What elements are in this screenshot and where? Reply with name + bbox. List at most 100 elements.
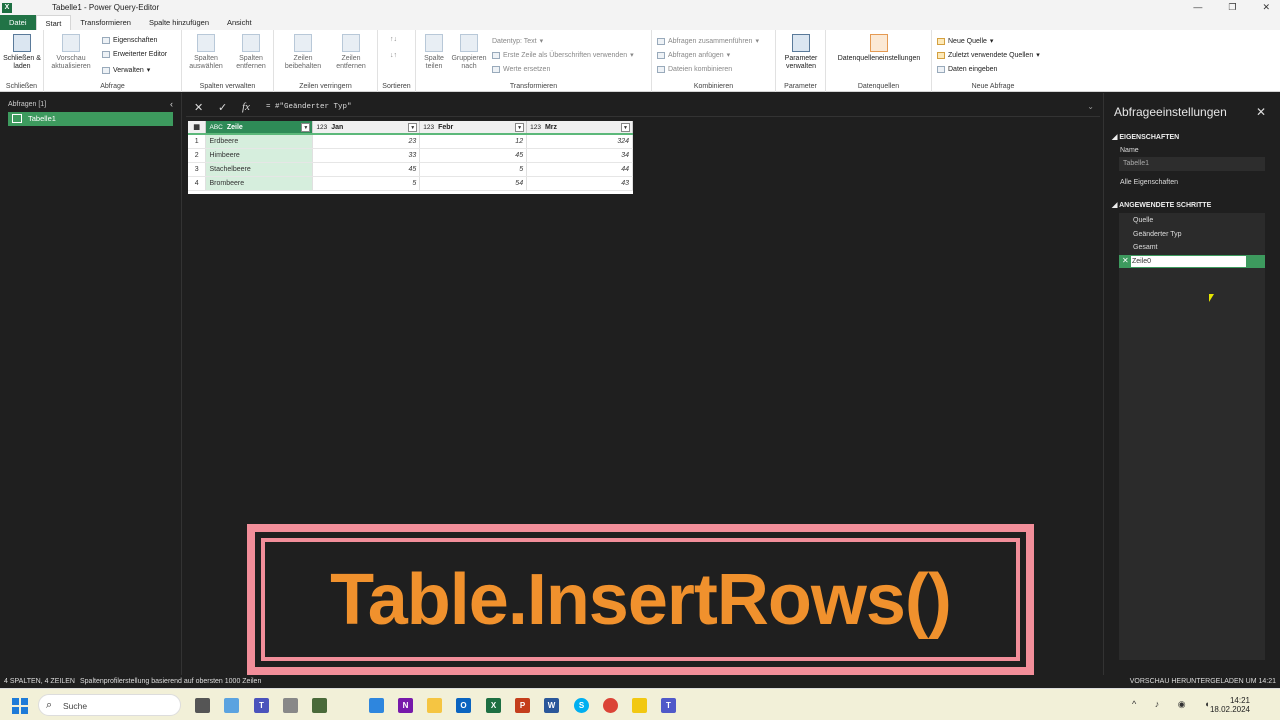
- cell[interactable]: 5: [312, 176, 421, 191]
- table-row[interactable]: 1 Erdbeere 23 12 324: [188, 134, 633, 149]
- cell[interactable]: Brombeere: [205, 176, 314, 191]
- expand-formula-icon[interactable]: ⌄: [1087, 102, 1094, 111]
- cell[interactable]: 43: [526, 176, 633, 191]
- tab-spalte-hinzufuegen[interactable]: Spalte hinzufügen: [140, 15, 218, 30]
- word-icon[interactable]: W: [544, 698, 559, 713]
- type-number-icon[interactable]: 123: [316, 124, 327, 131]
- cell[interactable]: 12: [419, 134, 528, 149]
- tab-datei[interactable]: Datei: [0, 15, 36, 30]
- task-view-icon[interactable]: [195, 698, 210, 713]
- teams-icon[interactable]: T: [661, 698, 676, 713]
- cell[interactable]: Erdbeere: [205, 134, 314, 149]
- cell[interactable]: 324: [526, 134, 633, 149]
- column-header-jan[interactable]: 123 Jan ▼: [312, 121, 421, 135]
- group-by-button[interactable]: Gruppieren nach: [448, 34, 490, 71]
- sort-descending-icon[interactable]: ↓↑: [390, 52, 397, 59]
- teams-chat-icon[interactable]: T: [254, 698, 269, 713]
- step-name-input[interactable]: Zeile0: [1131, 256, 1246, 267]
- filter-dropdown-icon[interactable]: ▼: [621, 123, 630, 132]
- cancel-formula-icon[interactable]: ✕: [194, 101, 203, 114]
- table-menu-icon[interactable]: ▦: [188, 121, 207, 135]
- powerpoint-icon[interactable]: P: [515, 698, 530, 713]
- choose-columns-button[interactable]: Spalten auswählen: [184, 34, 228, 71]
- filter-dropdown-icon[interactable]: ▼: [515, 123, 525, 132]
- cell[interactable]: Stachelbeere: [205, 162, 314, 177]
- start-button[interactable]: [12, 698, 28, 714]
- close-load-button[interactable]: Schließen & laden: [2, 34, 42, 71]
- skype-icon[interactable]: S: [574, 698, 589, 713]
- system-tray[interactable]: ^ ♪ ◉ ◖: [1132, 699, 1218, 710]
- cell[interactable]: Himbeere: [205, 148, 314, 163]
- refresh-preview-button[interactable]: Vorschau aktualisieren: [48, 34, 94, 71]
- combine-files-button[interactable]: Dateien kombinieren: [657, 66, 732, 73]
- split-column-button[interactable]: Spalte teilen: [418, 34, 450, 71]
- confirm-formula-icon[interactable]: ✓: [218, 101, 227, 114]
- manage-button[interactable]: Verwalten ▾: [102, 66, 150, 74]
- type-number-icon[interactable]: 123: [423, 124, 434, 131]
- cell[interactable]: 23: [312, 134, 421, 149]
- filter-dropdown-icon[interactable]: ▼: [301, 123, 311, 132]
- step-geaenderter-typ[interactable]: Geänderter Typ: [1133, 231, 1182, 238]
- column-header-mrz[interactable]: 123 Mrz ▼: [526, 121, 633, 135]
- advanced-editor-button[interactable]: Erweiterter Editor: [102, 51, 167, 58]
- remove-columns-button[interactable]: Spalten entfernen: [229, 34, 273, 71]
- powerbi-icon[interactable]: [632, 698, 647, 713]
- file-explorer-icon[interactable]: [427, 698, 442, 713]
- keep-rows-button[interactable]: Zeilen beibehalten: [280, 34, 326, 71]
- collapse-pane-icon[interactable]: ‹: [170, 99, 173, 109]
- excel-taskbar-icon[interactable]: X: [486, 698, 501, 713]
- outlook-icon[interactable]: O: [456, 698, 471, 713]
- query-item-tabelle1[interactable]: Tabelle1: [8, 112, 173, 126]
- merge-queries-button[interactable]: Abfragen zusammenführen ▾: [657, 37, 759, 45]
- cell[interactable]: 5: [419, 162, 528, 177]
- filter-dropdown-icon[interactable]: ▼: [408, 123, 418, 132]
- formula-input[interactable]: = #"Geänderter Typ": [266, 103, 352, 111]
- step-editing-row[interactable]: ✕ Zeile0: [1119, 255, 1265, 268]
- properties-button[interactable]: Eigenschaften: [102, 37, 157, 44]
- remove-rows-button[interactable]: Zeilen entfernen: [328, 34, 374, 71]
- cell[interactable]: 33: [312, 148, 421, 163]
- applied-steps-header[interactable]: ◢ ANGEWENDETE SCHRITTE: [1112, 201, 1211, 209]
- cell[interactable]: 34: [526, 148, 633, 163]
- restore-icon[interactable]: ❐: [1228, 2, 1236, 13]
- tab-ansicht[interactable]: Ansicht: [218, 15, 261, 30]
- app-icon[interactable]: [283, 698, 298, 713]
- cell[interactable]: 54: [419, 176, 528, 191]
- cell[interactable]: 45: [419, 148, 528, 163]
- replace-values-button[interactable]: Werte ersetzen: [492, 66, 550, 73]
- table-row[interactable]: 2 Himbeere 33 45 34: [188, 148, 633, 163]
- tab-transformieren[interactable]: Transformieren: [71, 15, 140, 30]
- properties-header[interactable]: ◢ EIGENSCHAFTEN: [1112, 133, 1179, 141]
- cell[interactable]: 45: [312, 162, 421, 177]
- taskbar-search[interactable]: ⌕ Suche: [38, 694, 181, 716]
- first-row-headers-button[interactable]: Erste Zeile als Überschriften verwenden ▾: [492, 51, 634, 59]
- column-header-febr[interactable]: 123 Febr ▼: [419, 121, 528, 135]
- fx-icon[interactable]: fx: [242, 101, 250, 113]
- query-name-input[interactable]: Tabelle1: [1119, 157, 1265, 171]
- delete-step-icon[interactable]: ✕: [1122, 256, 1129, 265]
- widgets-icon[interactable]: [224, 698, 239, 713]
- manage-parameters-button[interactable]: Parameter verwalten: [779, 34, 823, 71]
- close-window-icon[interactable]: ✕: [1262, 2, 1270, 13]
- clock[interactable]: 14:21 18.02.2024: [1210, 696, 1250, 714]
- step-gesamt[interactable]: Gesamt: [1133, 244, 1158, 251]
- type-text-icon[interactable]: ABC: [209, 124, 222, 131]
- type-number-icon[interactable]: 123: [530, 124, 541, 131]
- onenote-icon[interactable]: N: [398, 698, 413, 713]
- new-source-button[interactable]: Neue Quelle ▾: [937, 37, 993, 45]
- enter-data-button[interactable]: Daten eingeben: [937, 66, 997, 73]
- sort-ascending-icon[interactable]: ↑↓: [390, 36, 397, 43]
- app-icon-2[interactable]: [312, 698, 327, 713]
- table-row[interactable]: 3 Stachelbeere 45 5 44: [188, 162, 633, 177]
- all-properties-link[interactable]: Alle Eigenschaften: [1120, 179, 1178, 186]
- recent-sources-button[interactable]: Zuletzt verwendete Quellen ▾: [937, 51, 1040, 59]
- column-header-zeile[interactable]: ABC Zeile ▼: [205, 121, 314, 135]
- close-settings-icon[interactable]: ✕: [1256, 105, 1266, 119]
- minimize-icon[interactable]: —: [1193, 2, 1202, 13]
- tab-start[interactable]: Start: [35, 15, 72, 30]
- datatype-dropdown[interactable]: Datentyp: Text ▾: [492, 37, 543, 46]
- cell[interactable]: 44: [526, 162, 633, 177]
- table-row[interactable]: 4 Brombeere 5 54 43: [188, 176, 633, 191]
- store-icon[interactable]: [369, 698, 384, 713]
- chrome-icon[interactable]: [603, 698, 618, 713]
